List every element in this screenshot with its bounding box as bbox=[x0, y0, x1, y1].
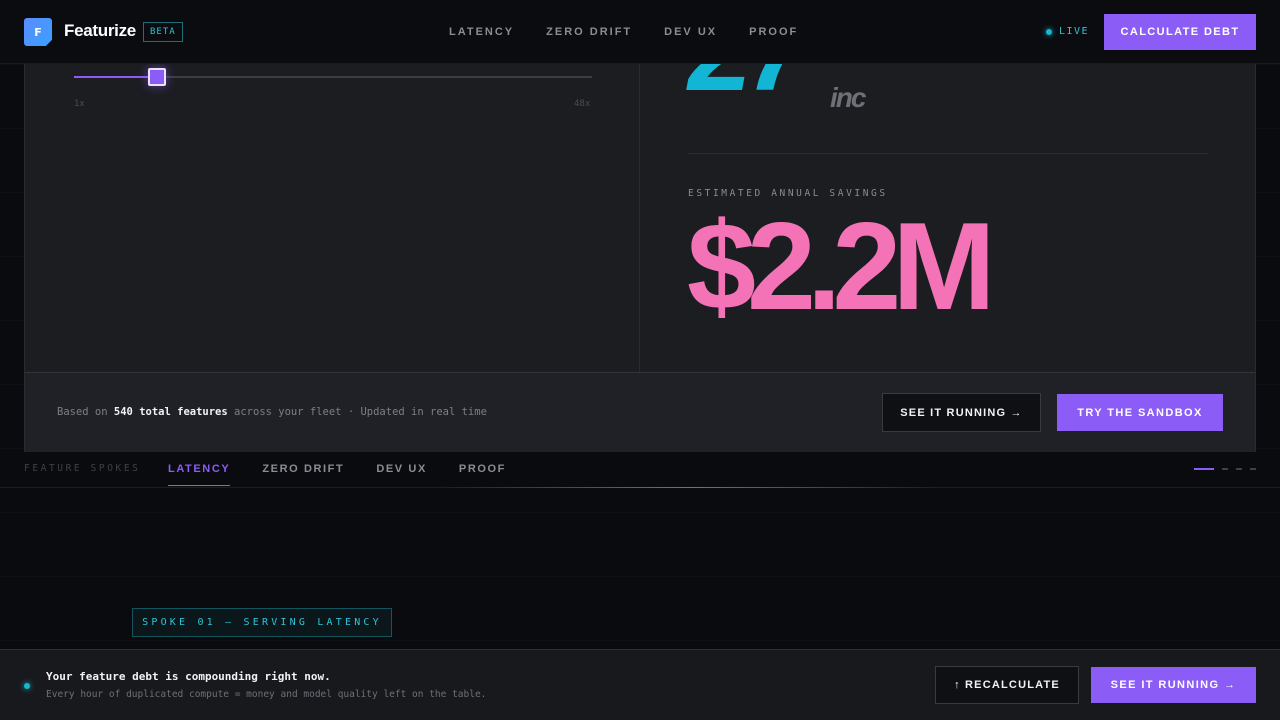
nav-link-zero-drift[interactable]: ZERO DRIFT bbox=[546, 26, 632, 38]
alert-dot-icon bbox=[24, 683, 30, 689]
pager-dot-3[interactable] bbox=[1236, 468, 1242, 470]
top-nav: F Featurize BETA LATENCY ZERO DRIFT DEV … bbox=[0, 0, 1280, 64]
slider-max-label: 48x bbox=[574, 99, 591, 109]
feature-spokes-label: FEATURE SPOKES bbox=[24, 463, 141, 474]
multiplier-slider-thumb[interactable] bbox=[148, 68, 166, 86]
live-label: LIVE bbox=[1059, 26, 1090, 37]
brand-name[interactable]: Featurize bbox=[64, 21, 136, 41]
pager-dot-1[interactable] bbox=[1194, 468, 1214, 470]
savings-value: $2.2M bbox=[687, 198, 996, 336]
nav-link-proof[interactable]: PROOF bbox=[749, 26, 798, 38]
see-it-running-button[interactable]: SEE IT RUNNING → bbox=[882, 393, 1041, 432]
fleet-summary-prefix: Based on bbox=[57, 406, 108, 418]
tab-proof[interactable]: PROOF bbox=[459, 463, 506, 485]
banner-see-it-running-button[interactable]: SEE IT RUNNING → bbox=[1091, 667, 1256, 703]
multiplier-slider-fill bbox=[74, 76, 158, 78]
tab-latency[interactable]: LATENCY bbox=[168, 463, 231, 486]
nav-link-dev-ux[interactable]: DEV UX bbox=[664, 26, 717, 38]
calculate-debt-button[interactable]: CALCULATE DEBT bbox=[1104, 14, 1256, 50]
pager-dot-2[interactable] bbox=[1222, 468, 1228, 470]
beta-badge: BETA bbox=[143, 22, 183, 42]
calculator-footer: Based on 540 total features across your … bbox=[25, 372, 1255, 452]
banner-title: Your feature debt is compounding right n… bbox=[46, 670, 331, 683]
debt-calculator-card: 1x 48x 27 inc ESTIMATED ANNUAL SAVINGS $… bbox=[24, 0, 1256, 452]
fleet-summary-text: Based on 540 total features across your … bbox=[57, 406, 487, 418]
nav-link-latency[interactable]: LATENCY bbox=[449, 26, 514, 38]
spoke-section-badge: SPOKE 01 — SERVING LATENCY bbox=[132, 608, 392, 637]
live-dot-icon bbox=[1046, 28, 1052, 35]
fleet-summary-suffix: across your fleet · Updated in real time bbox=[234, 406, 487, 418]
banner-subtitle: Every hour of duplicated compute = money… bbox=[46, 689, 487, 700]
spoke-progress-line bbox=[440, 487, 940, 488]
fleet-feature-count: 540 total features bbox=[113, 406, 228, 418]
calculator-inputs-panel: 1x 48x bbox=[25, 40, 640, 372]
feature-spokes-bar: FEATURE SPOKES LATENCY ZERO DRIFT DEV UX… bbox=[0, 452, 1280, 488]
live-indicator: LIVE bbox=[1046, 26, 1089, 37]
debt-alert-banner: Your feature debt is compounding right n… bbox=[0, 649, 1280, 720]
spoke-tabs: LATENCY ZERO DRIFT DEV UX PROOF bbox=[168, 463, 506, 486]
try-sandbox-button[interactable]: TRY THE SANDBOX bbox=[1057, 394, 1223, 431]
recalculate-button[interactable]: ↑ RECALCULATE bbox=[935, 666, 1079, 704]
result-unit: inc bbox=[830, 82, 866, 113]
slider-min-label: 1x bbox=[74, 99, 85, 109]
nav-links: LATENCY ZERO DRIFT DEV UX PROOF bbox=[449, 26, 798, 38]
logo-icon[interactable]: F bbox=[24, 18, 52, 46]
tab-zero-drift[interactable]: ZERO DRIFT bbox=[262, 463, 344, 485]
pager-dot-4[interactable] bbox=[1250, 468, 1256, 470]
spoke-pager bbox=[1194, 468, 1256, 470]
tab-dev-ux[interactable]: DEV UX bbox=[376, 463, 427, 485]
results-divider bbox=[688, 153, 1208, 154]
